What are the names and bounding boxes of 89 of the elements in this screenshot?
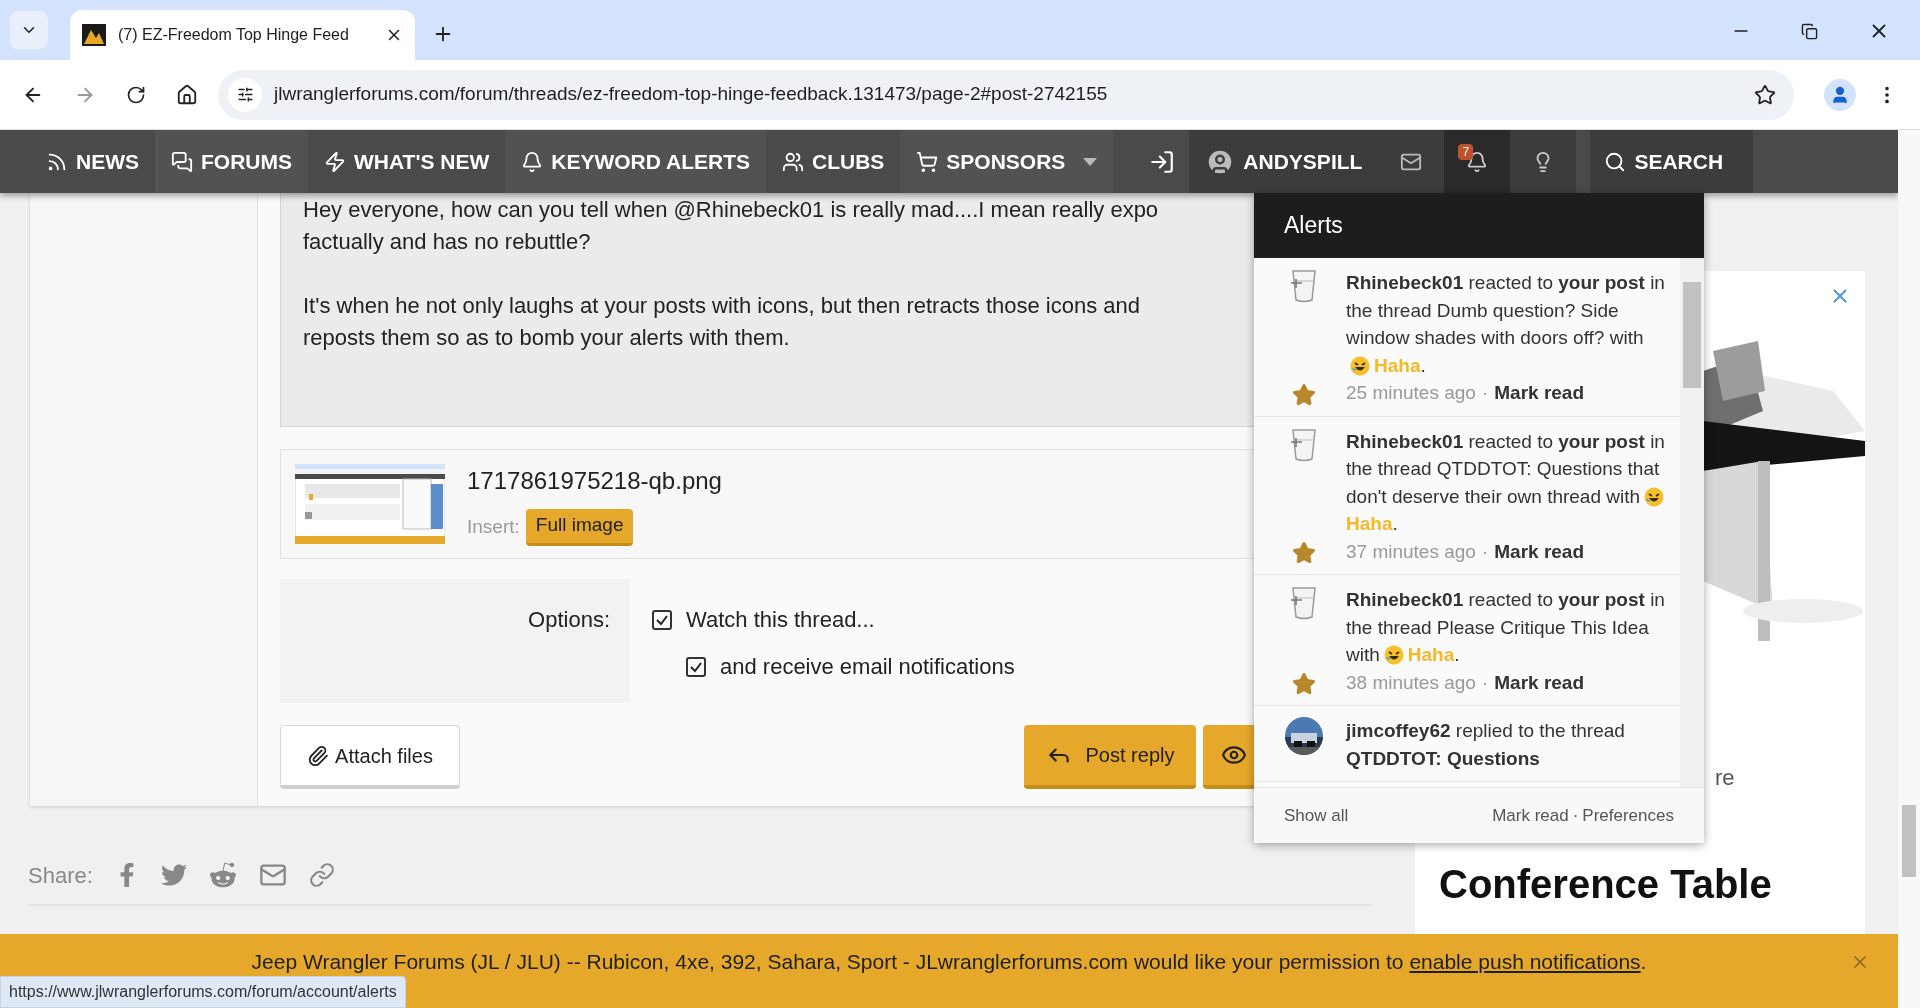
reload-icon[interactable]	[126, 84, 146, 105]
site-logo-icon	[82, 24, 106, 46]
notification-badge: 7	[1458, 144, 1474, 160]
show-all-link[interactable]: Show all	[1284, 802, 1349, 829]
attach-files-button[interactable]: Attach files	[280, 725, 460, 789]
mark-read-link[interactable]: Mark read	[1492, 802, 1569, 829]
profile-button[interactable]	[1824, 78, 1856, 111]
user-menu-link[interactable]: ANDYSPILL	[1189, 130, 1379, 193]
laughing-emoji-icon	[1644, 486, 1665, 507]
bookmark-star-icon[interactable]	[1754, 83, 1776, 106]
bell-icon	[521, 150, 544, 173]
alert-item[interactable]: jimcoffey62 replied to the thread QTDDTOT: Questions	[1254, 706, 1680, 782]
push-notification-text: Jeep Wrangler Forums (JL / JLU) -- Rubicon, 4xe, 392, Sahara, Sport - JLwranglerforums.com would like your permission to enable push notifications.	[251, 949, 1647, 975]
ad-headline: Conference Table	[1439, 861, 1773, 908]
tune-icon	[236, 86, 254, 103]
alert-text: Rhinebeck01 reacted to your post in the thread QTDDTOT: Questions that don't deserve their own thread with Haha.	[1346, 429, 1666, 536]
tab-title: (7) EZ-Freedom Top Hinge Feed	[118, 25, 350, 45]
cart-icon	[916, 150, 939, 173]
checkbox-label: Watch this thread...	[686, 606, 875, 634]
nav-link[interactable]: KEYWORD ALERTS	[505, 130, 766, 193]
share-label: Share:	[28, 861, 93, 890]
mark-read-link[interactable]: Mark read	[1494, 668, 1585, 696]
ad-text-fragment: re	[1715, 764, 1735, 792]
insert-label: Insert:	[467, 514, 520, 539]
person-icon	[1830, 84, 1850, 105]
glass-icon	[1289, 269, 1319, 303]
post-text-line: It's when he not only laughs at your posts with icons, but then retracts those icons and	[303, 292, 1140, 320]
search-link[interactable]: SEARCH	[1590, 130, 1754, 193]
post-text-line: factually and has no rebuttle?	[303, 228, 591, 256]
paperclip-icon	[307, 744, 330, 767]
post-reply-button[interactable]: Post reply	[1024, 725, 1196, 789]
alert-item[interactable]: Rhinebeck01 reacted to your post in the thread Please Critique This Idea with Haha. 38 minutes ago · Mark read	[1254, 575, 1680, 706]
scrollbar-thumb[interactable]	[1683, 282, 1701, 388]
separator-dot: ·	[1572, 804, 1579, 827]
alert-time: 25 minutes ago	[1346, 381, 1476, 405]
chat-bubbles-icon	[171, 150, 193, 173]
laughing-emoji-icon	[1350, 355, 1370, 376]
reddit-icon[interactable]	[208, 861, 237, 889]
star-icon[interactable]	[1292, 672, 1316, 696]
scrollbar-thumb[interactable]	[1902, 805, 1916, 877]
nav-link[interactable]: FORUMS	[155, 130, 308, 193]
file-name: 1717861975218-qb.png	[467, 465, 722, 496]
link-icon[interactable]	[308, 862, 335, 888]
glass-icon	[1289, 586, 1319, 620]
inbox-button[interactable]	[1378, 130, 1445, 193]
browser-tab[interactable]: (7) EZ-Freedom Top Hinge Feed	[70, 10, 415, 60]
search-icon	[1604, 150, 1627, 173]
mark-read-link[interactable]: Mark read	[1494, 379, 1585, 407]
twitter-icon[interactable]	[160, 862, 187, 888]
checkbox-label: and receive email notifications	[720, 653, 1015, 681]
alert-text: jimcoffey62 replied to the thread QTDDTOT: Questions	[1346, 719, 1626, 771]
checkbox[interactable]	[686, 656, 706, 677]
address-field[interactable]: jlwranglerforums.com/forum/threads/ez-freedom-top-hinge-feedback.131473/page-2#post-2742155	[218, 69, 1794, 120]
post-text-line: Hey everyone, how can you tell when @Rhinebeck01 is really mad....I mean really expo	[303, 196, 1159, 224]
separator-dot: ·	[1481, 539, 1489, 564]
star-icon[interactable]	[1292, 382, 1316, 407]
nav-link[interactable]: SPONSORS	[900, 130, 1114, 193]
separator-dot: ·	[1481, 670, 1489, 695]
status-url-tooltip: https://www.jlwranglerforums.com/forum/account/alerts	[0, 976, 406, 1008]
alert-time: 38 minutes ago	[1346, 670, 1476, 695]
nav-link[interactable]: CLUBS	[766, 130, 901, 193]
alert-text: Rhinebeck01 reacted to your post in the thread Dumb question? Side window shades with doors off? with Haha.	[1346, 271, 1666, 378]
people-icon	[782, 150, 804, 173]
checkbox[interactable]	[652, 609, 672, 630]
alert-time: 37 minutes ago	[1346, 539, 1476, 564]
separator-dot: ·	[1481, 381, 1489, 405]
alerts-button[interactable]: 7	[1444, 130, 1511, 193]
enable-push-link[interactable]: enable push notifications	[1409, 950, 1641, 973]
laughing-emoji-icon	[1383, 645, 1404, 665]
alerts-title: Alerts	[1284, 211, 1343, 241]
glass-icon	[1289, 427, 1319, 462]
url-text: jlwranglerforums.com/forum/threads/ez-freedom-top-hinge-feedback.131473/page-2#post-2742155	[274, 82, 1109, 107]
ideas-button[interactable]	[1510, 130, 1577, 193]
full-image-button[interactable]: Full image	[525, 508, 634, 546]
lightning-icon	[324, 150, 346, 173]
options-label: Options:	[528, 606, 610, 634]
alert-text: Rhinebeck01 reacted to your post in the thread Please Critique This Idea with Haha.	[1346, 588, 1666, 667]
site-info-button[interactable]	[228, 77, 262, 112]
restore-icon[interactable]	[1801, 22, 1818, 40]
nav-link[interactable]: WHAT'S NEW	[308, 130, 506, 193]
star-icon[interactable]	[1292, 541, 1316, 565]
mark-read-link[interactable]: Mark read	[1494, 537, 1585, 565]
post-text-line: reposts them so as to bomb your alerts with them.	[303, 324, 790, 352]
caret-icon	[1083, 157, 1098, 166]
nav-link[interactable]: NEWS	[30, 130, 155, 193]
preferences-link[interactable]: Preferences	[1582, 802, 1674, 829]
alert-item[interactable]: Rhinebeck01 reacted to your post in the thread Dumb question? Side window shades with doors off? with Haha. 25 minutes ago · Mark read	[1254, 258, 1680, 417]
alert-item[interactable]: Rhinebeck01 reacted to your post in the thread QTDDTOT: Questions that don't deserve their own thread with Haha. 37 minutes ago · Mark read	[1254, 416, 1680, 575]
home-icon[interactable]	[176, 83, 198, 106]
